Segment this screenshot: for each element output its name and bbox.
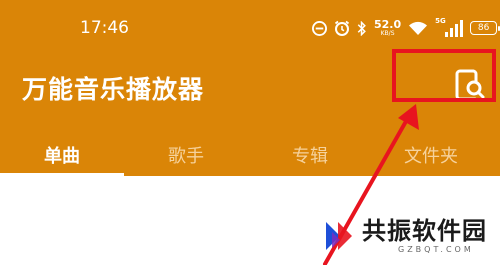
- alarm-icon: [334, 20, 350, 36]
- tab-artists[interactable]: 歌手: [168, 142, 204, 168]
- tab-bar: 单曲 歌手 专辑 文件夹: [0, 133, 500, 177]
- wifi-icon: [409, 21, 428, 35]
- watermark-logo-icon: [326, 222, 352, 250]
- tab-indicator: [0, 173, 124, 177]
- watermark-text: 共振软件园 GZBQT.COM: [362, 217, 487, 254]
- watermark: 共振软件园 GZBQT.COM: [322, 214, 487, 258]
- status-icons: 52.0 KB/S 5G 86: [312, 14, 500, 42]
- net-speed: 52.0 KB/S: [374, 19, 401, 37]
- tab-songs[interactable]: 单曲: [44, 142, 80, 168]
- watermark-name: 共振软件园: [362, 217, 487, 246]
- status-time: 17:46: [80, 18, 129, 38]
- network-type: 5G: [435, 17, 446, 25]
- net-speed-unit: KB/S: [380, 30, 395, 37]
- highlight-box: [392, 49, 496, 102]
- tab-albums[interactable]: 专辑: [292, 142, 328, 168]
- bluetooth-icon: [357, 20, 366, 36]
- app-title: 万能音乐播放器: [22, 75, 205, 104]
- app-bar: 17:46 52.0 KB/S 5G 86 万能音乐播放器 单曲 歌手 专辑 文…: [0, 0, 500, 177]
- battery-icon: 86: [470, 21, 500, 35]
- battery-level: 86: [477, 23, 490, 33]
- cellular-signal-icon: 5G: [435, 17, 464, 37]
- do-not-disturb-icon: [312, 20, 327, 36]
- tab-folders[interactable]: 文件夹: [404, 142, 458, 168]
- watermark-domain: GZBQT.COM: [398, 244, 474, 254]
- net-speed-value: 52.0: [374, 18, 402, 31]
